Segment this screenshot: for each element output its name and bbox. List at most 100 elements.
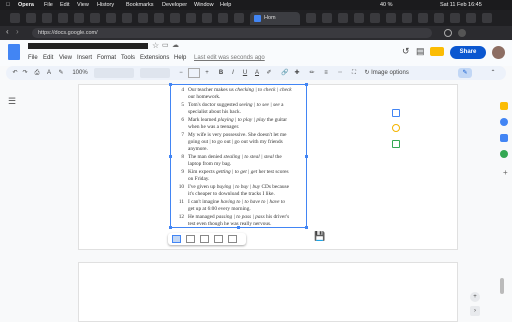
tasks-icon[interactable] — [500, 118, 508, 126]
redo-icon[interactable]: ↷ — [20, 68, 30, 78]
tab-favicon[interactable] — [482, 13, 492, 23]
font-size-increase-icon[interactable]: + — [202, 68, 212, 78]
italic-icon[interactable]: I — [228, 68, 238, 78]
tab-favicon[interactable] — [26, 13, 36, 23]
menu-window[interactable]: Window — [194, 0, 214, 10]
paint-format-icon[interactable]: ✎ — [56, 68, 66, 78]
star-icon[interactable]: ☆ — [152, 41, 159, 50]
tab-favicon[interactable] — [154, 13, 164, 23]
document-page-next[interactable] — [78, 262, 458, 322]
move-icon[interactable]: ▭ — [162, 41, 169, 49]
link-icon[interactable]: 🔗 — [280, 68, 290, 78]
outline-icon[interactable]: ☰ — [8, 96, 16, 107]
save-icon[interactable]: 💾 — [314, 231, 325, 242]
emoji-reaction-icon[interactable] — [392, 124, 400, 132]
menu-edit-docs[interactable]: Edit — [43, 55, 53, 61]
tab-favicon[interactable] — [186, 13, 196, 23]
tab-favicon[interactable] — [338, 13, 348, 23]
tab-favicon[interactable] — [170, 13, 180, 23]
active-tab[interactable]: Hom — [250, 12, 300, 25]
docs-logo-icon[interactable] — [8, 44, 20, 60]
break-text-icon[interactable] — [200, 235, 209, 243]
tab-favicon[interactable] — [234, 13, 244, 23]
tab-favicon[interactable] — [74, 13, 84, 23]
apple-icon[interactable]:  — [6, 0, 10, 10]
tab-favicon[interactable] — [42, 13, 52, 23]
add-comment-icon[interactable]: ✚ — [292, 68, 302, 78]
contacts-icon[interactable] — [500, 134, 508, 142]
menu-extensions-docs[interactable]: Extensions — [140, 55, 169, 61]
behind-text-icon[interactable] — [214, 235, 223, 243]
tab-favicon[interactable] — [58, 13, 68, 23]
meet-icon[interactable] — [430, 47, 444, 56]
tab-favicon[interactable] — [466, 13, 476, 23]
border-weight-icon[interactable]: ≡ — [320, 68, 332, 78]
inline-wrap-icon[interactable] — [172, 235, 181, 243]
underline-icon[interactable]: U — [240, 68, 250, 78]
font-size-field[interactable] — [188, 68, 200, 78]
menu-tools-docs[interactable]: Tools — [121, 55, 135, 61]
share-button[interactable]: Share — [450, 46, 486, 59]
menu-insert-docs[interactable]: Insert — [77, 55, 92, 61]
tab-favicon[interactable] — [418, 13, 428, 23]
comment-icon[interactable]: ▤ — [416, 46, 425, 57]
tab-favicon[interactable] — [90, 13, 100, 23]
last-edit-link[interactable]: Last edit was seconds ago — [194, 55, 265, 61]
style-select[interactable] — [94, 68, 134, 78]
wrap-text-icon[interactable] — [186, 235, 195, 243]
border-color-icon[interactable]: ✏ — [306, 68, 318, 78]
highlight-icon[interactable]: ✐ — [264, 68, 274, 78]
resize-handle[interactable] — [169, 226, 172, 229]
text-color-icon[interactable]: A — [252, 68, 262, 78]
profile-avatar[interactable] — [458, 29, 466, 37]
menu-bookmarks[interactable]: Bookmarks — [126, 0, 154, 10]
tab-favicon[interactable] — [202, 13, 212, 23]
spellcheck-icon[interactable]: A — [44, 68, 54, 78]
maps-icon[interactable] — [500, 150, 508, 158]
tab-favicon[interactable] — [354, 13, 364, 23]
tab-favicon[interactable] — [370, 13, 380, 23]
resize-handle[interactable] — [305, 83, 308, 86]
tab-favicon[interactable] — [306, 13, 316, 23]
menu-view-docs[interactable]: View — [59, 55, 72, 61]
crop-icon[interactable]: ⛶ — [348, 68, 360, 78]
menu-history[interactable]: History — [97, 0, 114, 10]
tab-favicon[interactable] — [450, 13, 460, 23]
font-size-decrease-icon[interactable]: − — [176, 68, 186, 78]
menu-file[interactable]: File — [44, 0, 53, 10]
scrollbar-thumb[interactable] — [500, 278, 504, 294]
back-icon[interactable]: ‹ — [6, 27, 9, 36]
bold-icon[interactable]: B — [216, 68, 226, 78]
editing-mode-icon[interactable]: ✎ — [458, 68, 472, 78]
tab-favicon[interactable] — [402, 13, 412, 23]
undo-icon[interactable]: ↶ — [10, 68, 20, 78]
resize-handle[interactable] — [169, 155, 172, 158]
resize-handle[interactable] — [305, 155, 308, 158]
tab-favicon[interactable] — [434, 13, 444, 23]
tab-favicon[interactable] — [218, 13, 228, 23]
menu-file-docs[interactable]: File — [28, 55, 38, 61]
opera-menu-icon[interactable] — [444, 29, 452, 37]
forward-icon[interactable]: › — [16, 27, 19, 36]
menu-help[interactable]: Help — [220, 0, 231, 10]
document-title[interactable] — [28, 43, 148, 49]
cloud-status-icon[interactable]: ☁ — [172, 41, 179, 49]
suggest-edit-icon[interactable] — [392, 140, 400, 148]
menu-developer[interactable]: Developer — [162, 0, 187, 10]
sidepanel-icon[interactable]: › — [470, 306, 480, 316]
tab-favicon[interactable] — [122, 13, 132, 23]
image-options-button[interactable]: Image options — [370, 68, 410, 78]
tab-favicon[interactable] — [138, 13, 148, 23]
zoom-select[interactable]: 100% — [70, 68, 90, 78]
menu-help-docs[interactable]: Help — [174, 55, 186, 61]
app-name[interactable]: Opera — [18, 0, 34, 10]
border-dash-icon[interactable]: ┄ — [334, 68, 346, 78]
url-field[interactable]: https://docs.google.com/ — [32, 28, 432, 38]
print-icon[interactable]: ⎙ — [32, 68, 42, 78]
font-select[interactable] — [140, 68, 170, 78]
add-comment-side-icon[interactable] — [392, 109, 400, 117]
resize-handle[interactable] — [169, 83, 172, 86]
account-avatar[interactable] — [492, 46, 505, 59]
tab-favicon[interactable] — [322, 13, 332, 23]
menu-format-docs[interactable]: Format — [97, 55, 116, 61]
